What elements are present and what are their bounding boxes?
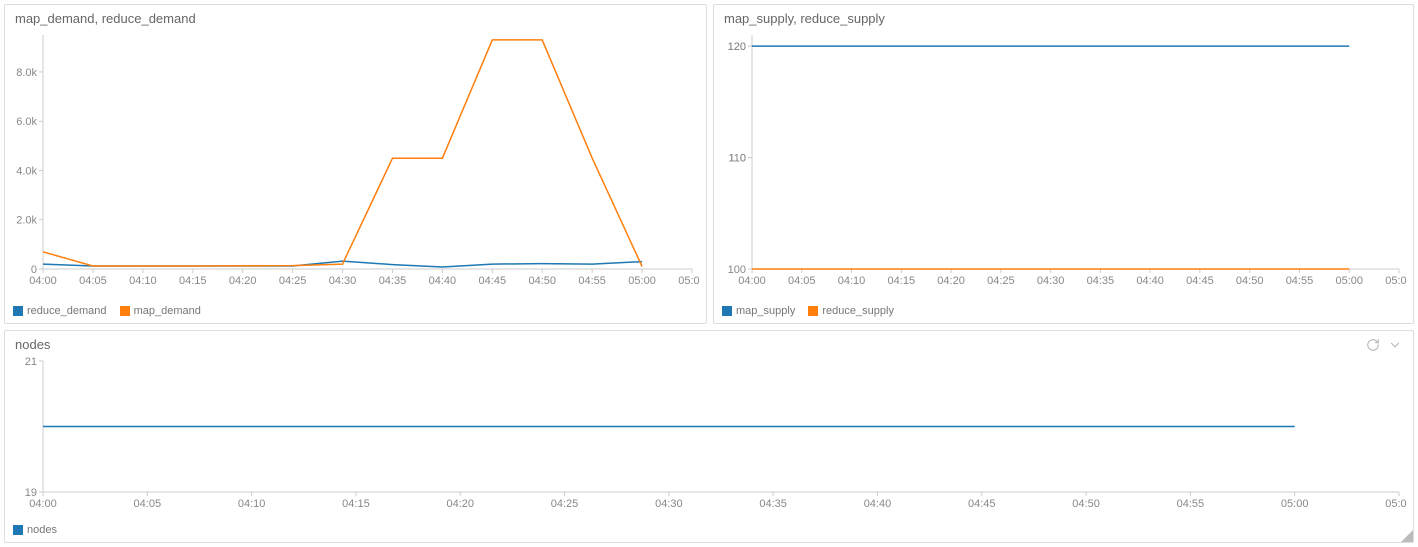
svg-text:04:10: 04:10	[238, 498, 266, 510]
svg-text:04:05: 04:05	[134, 498, 162, 510]
chart-nodes: 192104:0004:0504:1004:1504:2004:2504:300…	[13, 357, 1407, 512]
panel-title: nodes	[5, 331, 1413, 352]
legend-swatch	[13, 306, 23, 316]
legend-item[interactable]: nodes	[13, 524, 57, 536]
series-line	[43, 40, 642, 267]
panel-title: map_supply, reduce_supply	[714, 5, 1413, 26]
legend-swatch	[120, 306, 130, 316]
svg-text:04:30: 04:30	[1037, 275, 1065, 287]
svg-text:04:50: 04:50	[528, 275, 556, 287]
legend-swatch	[808, 306, 818, 316]
svg-text:04:00: 04:00	[29, 498, 57, 510]
svg-text:05:00: 05:00	[1281, 498, 1309, 510]
legend-item[interactable]: reduce_demand	[13, 305, 107, 317]
svg-text:04:35: 04:35	[1087, 275, 1115, 287]
dashboard: map_demand, reduce_demand 02.0k4.0k6.0k8…	[0, 0, 1418, 547]
panel-title: map_demand, reduce_demand	[5, 5, 706, 26]
panel-nodes: nodes 192104:0004:0504:1004:1504:2004:25…	[4, 330, 1414, 543]
svg-text:04:40: 04:40	[1136, 275, 1164, 287]
panel-supply: map_supply, reduce_supply 10011011012012…	[713, 4, 1414, 324]
svg-text:04:50: 04:50	[1072, 498, 1100, 510]
svg-text:04:20: 04:20	[446, 498, 474, 510]
resize-handle-icon[interactable]	[1401, 530, 1413, 542]
svg-text:05:05: 05:05	[678, 275, 700, 287]
svg-text:04:50: 04:50	[1236, 275, 1264, 287]
svg-text:04:05: 04:05	[79, 275, 107, 287]
svg-text:2.0k: 2.0k	[16, 215, 37, 227]
svg-text:04:10: 04:10	[838, 275, 866, 287]
legend-nodes: nodes	[13, 524, 67, 538]
svg-text:04:15: 04:15	[342, 498, 370, 510]
svg-text:21: 21	[25, 357, 37, 368]
svg-text:04:45: 04:45	[968, 498, 996, 510]
legend-label: map_supply	[736, 305, 795, 317]
legend-label: reduce_demand	[27, 305, 107, 317]
svg-text:04:25: 04:25	[279, 275, 307, 287]
svg-text:04:10: 04:10	[129, 275, 157, 287]
legend-supply: map_supply reduce_supply	[722, 305, 904, 319]
chart-demand: 02.0k4.0k6.0k8.0k04:0004:0504:1004:1504:…	[13, 31, 700, 289]
legend-swatch	[722, 306, 732, 316]
svg-text:04:40: 04:40	[864, 498, 892, 510]
svg-text:04:00: 04:00	[29, 275, 57, 287]
svg-text:04:05: 04:05	[788, 275, 816, 287]
legend-item[interactable]: reduce_supply	[808, 305, 894, 317]
chart-supply: 10011011012012004:0004:0504:1004:1504:20…	[722, 31, 1407, 289]
svg-text:04:25: 04:25	[551, 498, 579, 510]
svg-text:05:00: 05:00	[1335, 275, 1363, 287]
svg-text:04:35: 04:35	[759, 498, 787, 510]
legend-item[interactable]: map_demand	[120, 305, 201, 317]
svg-text:04:00: 04:00	[738, 275, 766, 287]
legend-swatch	[13, 525, 23, 535]
svg-text:6.0k: 6.0k	[16, 116, 37, 128]
svg-text:04:15: 04:15	[179, 275, 207, 287]
svg-text:120: 120	[728, 41, 746, 53]
svg-text:05:05: 05:05	[1385, 275, 1407, 287]
svg-text:04:35: 04:35	[379, 275, 407, 287]
svg-text:04:45: 04:45	[479, 275, 507, 287]
svg-text:8.0k: 8.0k	[16, 67, 37, 79]
chevron-down-icon[interactable]	[1387, 337, 1403, 353]
svg-text:04:30: 04:30	[329, 275, 357, 287]
legend-demand: reduce_demand map_demand	[13, 305, 211, 319]
panel-demand: map_demand, reduce_demand 02.0k4.0k6.0k8…	[4, 4, 707, 324]
svg-text:4.0k: 4.0k	[16, 165, 37, 177]
svg-text:04:30: 04:30	[655, 498, 683, 510]
legend-item[interactable]: map_supply	[722, 305, 795, 317]
svg-text:04:55: 04:55	[1177, 498, 1205, 510]
svg-text:04:55: 04:55	[578, 275, 606, 287]
legend-label: nodes	[27, 524, 57, 536]
svg-text:04:25: 04:25	[987, 275, 1015, 287]
svg-text:05:05: 05:05	[1385, 498, 1407, 510]
legend-label: reduce_supply	[822, 305, 894, 317]
svg-text:04:45: 04:45	[1186, 275, 1214, 287]
svg-text:04:15: 04:15	[888, 275, 916, 287]
svg-text:04:55: 04:55	[1286, 275, 1314, 287]
svg-text:110: 110	[728, 153, 746, 165]
svg-text:04:20: 04:20	[937, 275, 965, 287]
svg-text:05:00: 05:00	[628, 275, 656, 287]
svg-text:04:20: 04:20	[229, 275, 257, 287]
legend-label: map_demand	[134, 305, 201, 317]
refresh-icon[interactable]	[1365, 337, 1381, 353]
svg-text:04:40: 04:40	[429, 275, 457, 287]
